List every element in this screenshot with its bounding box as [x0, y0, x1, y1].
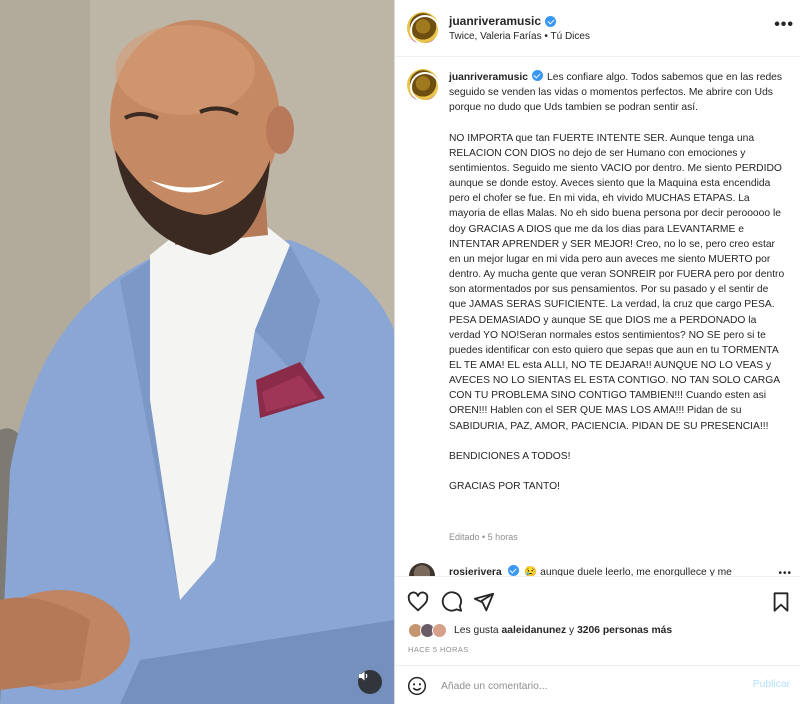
commenter-username[interactable]: rosierivera [449, 567, 502, 576]
likes-prefix: Les gusta [454, 625, 502, 636]
likes-joiner: y [566, 625, 578, 636]
comment-text: aunque duele leerlo, me enorgullece y me [540, 567, 732, 576]
author-username[interactable]: juanriveramusic [449, 14, 541, 28]
emoji-icon[interactable] [407, 676, 427, 696]
post-panel: juanriveramusic Twice, Valeria Farías • … [395, 0, 800, 704]
comment-item: rosierivera 😢 aunque duele leerlo, me en… [449, 565, 732, 576]
verified-icon [531, 70, 543, 81]
comment-bar: Publicar [395, 665, 800, 704]
bookmark-icon[interactable] [770, 591, 792, 613]
more-options-button[interactable]: ••• [774, 16, 794, 34]
author-username-row[interactable]: juanriveramusic [449, 14, 557, 28]
mute-button[interactable] [358, 670, 382, 694]
publish-button[interactable]: Publicar [753, 679, 790, 690]
caption-username[interactable]: juanriveramusic [449, 72, 528, 83]
likes-count[interactable]: 3206 personas más [577, 625, 672, 636]
comments-section[interactable]: juanriveramusic Les confiare algo. Todos … [395, 58, 800, 576]
share-icon[interactable] [473, 591, 495, 613]
post-header: juanriveramusic Twice, Valeria Farías • … [395, 0, 800, 57]
liker-username[interactable]: aaleidanunez [502, 625, 567, 636]
caption-avatar[interactable] [407, 69, 440, 102]
comment-more-button[interactable]: ••• [778, 568, 792, 576]
post-actions: Les gusta aaleidanunez y 3206 personas m… [395, 576, 800, 704]
comment-emoji: 😢 [524, 567, 538, 576]
comment-input[interactable] [441, 674, 731, 698]
commenter-avatar[interactable] [409, 563, 435, 576]
audio-subtitle[interactable]: Twice, Valeria Farías • Tú Dices [449, 31, 590, 42]
verified-icon [507, 565, 519, 576]
speaker-icon [359, 671, 368, 681]
comment-icon[interactable] [441, 591, 463, 613]
caption-text: Les confiare algo. Todos sabemos que en … [449, 72, 785, 493]
likes-row[interactable]: Les gusta aaleidanunez y 3206 personas m… [408, 623, 672, 638]
caption: juanriveramusic Les confiare algo. Todos … [449, 70, 785, 494]
verified-icon [545, 15, 557, 27]
author-avatar[interactable] [407, 12, 440, 45]
heart-icon[interactable] [407, 591, 429, 613]
caption-meta: Editado • 5 horas [449, 532, 518, 542]
post-photo [0, 0, 394, 704]
likes-text[interactable]: Les gusta aaleidanunez y 3206 personas m… [454, 625, 672, 636]
liker-avatar [432, 623, 447, 638]
post-media[interactable] [0, 0, 394, 704]
post-timestamp[interactable]: HACE 5 HORAS [408, 645, 469, 654]
